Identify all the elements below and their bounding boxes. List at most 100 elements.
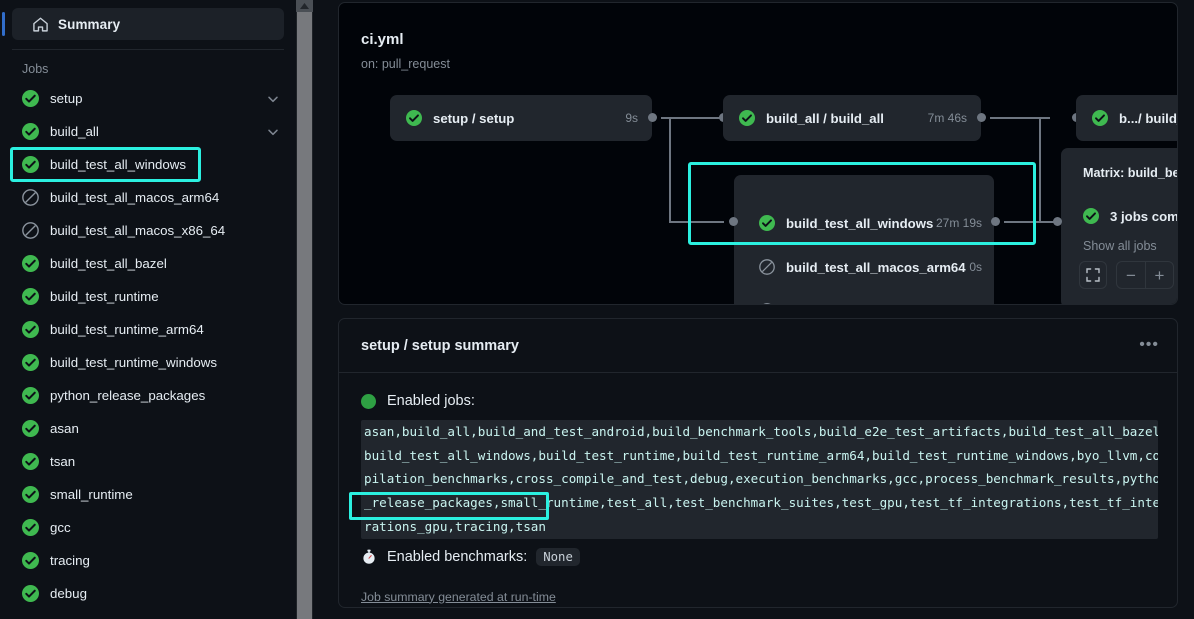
chevron-up-icon bbox=[300, 3, 309, 9]
sidebar-item-asan[interactable]: asan bbox=[0, 412, 296, 445]
sidebar-item-label: asan bbox=[50, 421, 79, 436]
sidebar-item-debug[interactable]: debug bbox=[0, 577, 296, 610]
success-check-icon bbox=[22, 354, 39, 371]
skipped-icon bbox=[22, 189, 39, 206]
success-check-icon bbox=[1092, 110, 1108, 126]
home-icon bbox=[32, 16, 49, 33]
sidebar-item-build-test-all-macos-arm64[interactable]: build_test_all_macos_arm64 bbox=[0, 181, 296, 214]
graph-joblist-row[interactable]: build_test_all_macos_arm64 0s bbox=[734, 245, 994, 289]
sidebar-item-python-release-packages[interactable]: python_release_packages bbox=[0, 379, 296, 412]
sidebar-job-list: setup build_all build_test_all_windowsbuil… bbox=[0, 82, 296, 610]
code-line: _release_packages,small_runtime,test_all… bbox=[364, 491, 1158, 515]
jobs-sidebar: Summary Jobs setupbuild_allbuild_test_al… bbox=[0, 0, 296, 619]
kebab-menu-icon[interactable]: ••• bbox=[1139, 342, 1159, 348]
success-check-icon bbox=[406, 110, 422, 126]
node-port-out bbox=[648, 113, 657, 122]
chevron-down-icon[interactable] bbox=[266, 92, 280, 106]
sidebar-item-tsan[interactable]: tsan bbox=[0, 445, 296, 478]
job-summary-body: Enabled jobs: asan,build_all,build_and_t… bbox=[339, 373, 1177, 604]
success-check-icon bbox=[22, 552, 39, 569]
matrix-jobs-row[interactable]: 3 jobs comp bbox=[1083, 208, 1178, 224]
sidebar-item-build-test-all-windows[interactable]: build_test_all_windows bbox=[0, 148, 296, 181]
graph-joblist-row[interactable]: build_test_all_macos_x86_64 0s bbox=[734, 289, 994, 305]
success-check-icon bbox=[22, 420, 39, 437]
graph-node-label: setup / setup bbox=[433, 111, 514, 126]
workflow-file-name: ci.yml bbox=[361, 31, 404, 48]
enabled-benchmarks-row: Enabled benchmarks: None bbox=[361, 548, 1177, 566]
matrix-show-all-jobs[interactable]: Show all jobs bbox=[1083, 239, 1178, 253]
sidebar-item-label: debug bbox=[50, 586, 87, 601]
enabled-jobs-code-block: asan,build_all,build_and_test_android,bu… bbox=[361, 420, 1158, 539]
scroll-up-arrow[interactable] bbox=[296, 0, 313, 12]
sidebar-item-label: tsan bbox=[50, 454, 75, 469]
success-check-icon bbox=[22, 486, 39, 503]
zoom-in-button[interactable]: + bbox=[1145, 262, 1173, 288]
workflow-trigger: on: pull_request bbox=[361, 57, 450, 71]
graph-node-label: build_all / build_all bbox=[766, 111, 884, 126]
node-port-in bbox=[729, 217, 738, 226]
success-check-icon bbox=[22, 156, 39, 173]
enabled-jobs-row: Enabled jobs: bbox=[361, 393, 1177, 409]
stopwatch-icon bbox=[361, 549, 377, 565]
success-check-icon bbox=[22, 453, 39, 470]
fit-screen-button[interactable] bbox=[1079, 261, 1107, 289]
success-check-icon bbox=[759, 215, 775, 231]
success-check-icon bbox=[1083, 208, 1099, 224]
sidebar-item-build-test-all-macos-x86-64[interactable]: build_test_all_macos_x86_64 bbox=[0, 214, 296, 247]
code-line: build_test_all_windows,build_test_runtim… bbox=[364, 444, 1158, 468]
sidebar-divider bbox=[12, 49, 284, 50]
graph-joblist-label: build_test_all_macos_arm64 bbox=[786, 260, 966, 275]
skipped-icon bbox=[759, 303, 775, 305]
sidebar-item-label: build_test_runtime bbox=[50, 289, 159, 304]
code-line: asan,build_all,build_and_test_android,bu… bbox=[364, 420, 1158, 444]
graph-node-build-all[interactable]: build_all / build_all 7m 46s bbox=[723, 95, 981, 141]
sidebar-item-tracing[interactable]: tracing bbox=[0, 544, 296, 577]
enabled-benchmarks-label: Enabled benchmarks: bbox=[387, 549, 527, 565]
sidebar-item-small-runtime[interactable]: small_runtime bbox=[0, 478, 296, 511]
success-check-icon bbox=[739, 110, 755, 126]
sidebar-item-label: gcc bbox=[50, 520, 71, 535]
sidebar-item-build-test-runtime-windows[interactable]: build_test_runtime_windows bbox=[0, 346, 296, 379]
success-check-icon bbox=[22, 288, 39, 305]
graph-joblist-duration: 27m 19s bbox=[936, 216, 982, 230]
success-check-icon bbox=[22, 90, 39, 107]
job-summary-card: setup / setup summary ••• Enabled jobs: … bbox=[338, 318, 1178, 608]
enabled-benchmarks-value: None bbox=[536, 548, 580, 566]
node-port-out bbox=[977, 113, 986, 122]
sidebar-item-build-test-all-bazel[interactable]: build_test_all_bazel bbox=[0, 247, 296, 280]
code-line: rations_gpu,tracing,tsan bbox=[364, 515, 1158, 539]
node-port-in bbox=[1053, 217, 1062, 226]
main-content: ci.yml on: pull_request setup / setup 9s bbox=[313, 0, 1194, 619]
sidebar-item-label: build_all bbox=[50, 124, 99, 139]
graph-joblist-duration: 0s bbox=[971, 304, 984, 305]
sidebar-item-label: build_test_all_windows bbox=[50, 157, 186, 172]
code-line: pilation_benchmarks,cross_compile_and_te… bbox=[364, 467, 1158, 491]
matrix-title: Matrix: build_benchm bbox=[1083, 166, 1178, 180]
graph-node-setup[interactable]: setup / setup 9s bbox=[390, 95, 652, 141]
success-check-icon bbox=[22, 519, 39, 536]
graph-joblist-duration: 0s bbox=[969, 260, 982, 274]
zoom-out-button[interactable]: − bbox=[1117, 262, 1145, 288]
sidebar-item-gcc[interactable]: gcc bbox=[0, 511, 296, 544]
sidebar-item-summary[interactable]: Summary bbox=[12, 8, 284, 40]
sidebar-item-label: setup bbox=[50, 91, 83, 106]
success-check-icon bbox=[22, 387, 39, 404]
graph-joblist-row[interactable]: build_test_all_windows 27m 19s bbox=[734, 201, 994, 245]
chevron-down-icon[interactable] bbox=[266, 125, 280, 139]
sidebar-item-label: python_release_packages bbox=[50, 388, 205, 403]
sidebar-scrollbar[interactable] bbox=[296, 0, 313, 619]
matrix-jobs-completed: 3 jobs comp bbox=[1110, 209, 1178, 224]
sidebar-item-build-all[interactable]: build_all bbox=[0, 115, 296, 148]
node-port-out bbox=[991, 217, 1000, 226]
edge-buildall-down bbox=[1039, 117, 1041, 222]
sidebar-item-label: build_test_all_bazel bbox=[50, 256, 167, 271]
sidebar-item-build-test-runtime[interactable]: build_test_runtime bbox=[0, 280, 296, 313]
sidebar-item-label: small_runtime bbox=[50, 487, 133, 502]
selected-indicator-bar bbox=[2, 12, 5, 36]
scrollbar-thumb[interactable] bbox=[297, 12, 312, 619]
workflow-graph-card: ci.yml on: pull_request setup / setup 9s bbox=[338, 2, 1178, 305]
success-check-icon bbox=[22, 585, 39, 602]
sidebar-item-setup[interactable]: setup bbox=[0, 82, 296, 115]
graph-node-build-e2e[interactable]: b.../ build_e bbox=[1076, 95, 1178, 141]
sidebar-item-build-test-runtime-arm64[interactable]: build_test_runtime_arm64 bbox=[0, 313, 296, 346]
